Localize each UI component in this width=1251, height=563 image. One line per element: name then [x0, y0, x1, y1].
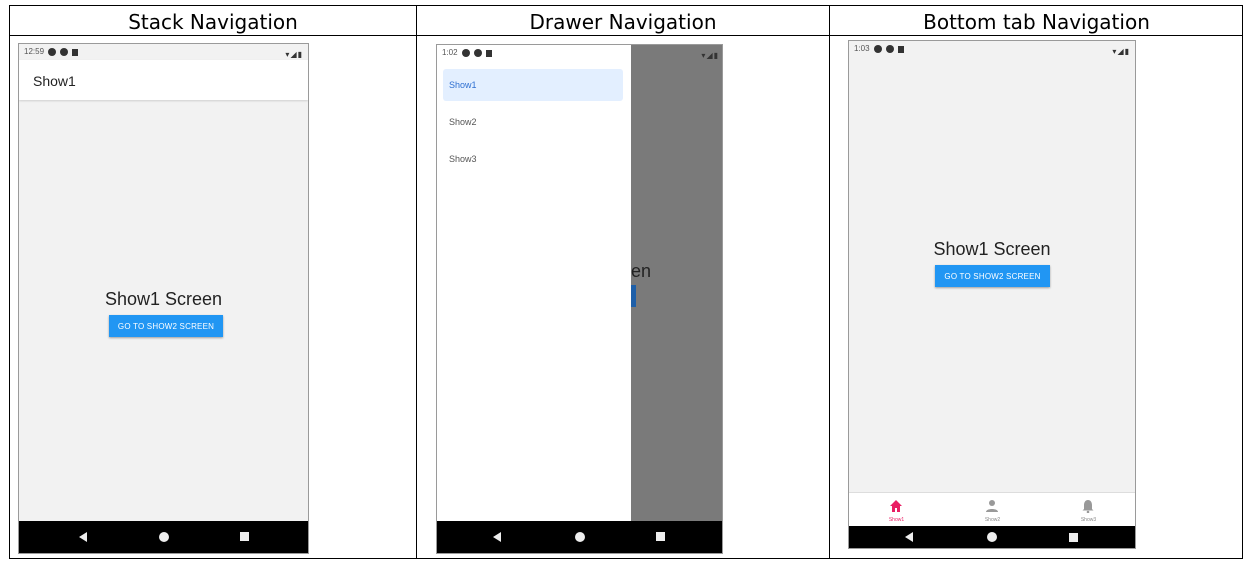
drawer-item-show1[interactable]: Show1 [443, 69, 623, 101]
column-title-bottom-tab: Bottom tab Navigation [923, 10, 1150, 34]
tab-show3[interactable]: Show3 [1041, 493, 1135, 527]
signal-battery-icon: ▾◢▮ [701, 51, 719, 60]
go-to-show2-button[interactable]: GO TO SHOW2 SCREEN [109, 315, 223, 337]
phone-drawer-navigation: en 1:02 ▾◢▮ Show1 Show2 Show3 [436, 44, 723, 554]
system-nav-bar [437, 521, 722, 553]
phone-stack-navigation: 12:59 ▾◢▮ Show1 Show1 Screen GO TO SHOW2… [18, 43, 309, 554]
sd-card-icon [485, 49, 492, 57]
column-divider [829, 5, 830, 559]
tab-label: Show2 [984, 517, 1001, 523]
tab-show1[interactable]: Show1 [849, 493, 944, 527]
notification-icon [48, 48, 57, 56]
person-icon [986, 500, 998, 512]
app-bar: Show1 [19, 60, 308, 100]
tab-label: Show3 [1080, 517, 1097, 523]
signal-battery-icon: ▾◢▮ [1112, 47, 1130, 56]
notification-icon [873, 45, 882, 53]
home-nav-icon[interactable] [987, 532, 997, 542]
back-icon[interactable] [79, 532, 87, 542]
app-bar-title: Show1 [33, 73, 76, 89]
status-time: 1:03 [854, 44, 870, 53]
notification-icon [60, 48, 69, 56]
back-icon[interactable] [493, 532, 501, 542]
status-bar: 12:59 ▾◢▮ [19, 44, 308, 60]
status-time: 12:59 [24, 47, 45, 56]
notification-icon [473, 49, 482, 57]
home-nav-icon[interactable] [159, 532, 169, 542]
status-time: 1:02 [442, 48, 458, 57]
bell-icon [1082, 500, 1094, 513]
partial-screen-title: en [631, 261, 652, 281]
column-divider [416, 5, 417, 559]
status-bar: 1:03 ▾◢▮ [849, 41, 1135, 57]
recents-icon[interactable] [656, 532, 665, 541]
drawer-item-show3[interactable]: Show3 [443, 143, 623, 175]
home-icon [890, 500, 902, 512]
status-bar: 1:02 ▾◢▮ [437, 45, 722, 61]
go-to-show2-button[interactable]: GO TO SHOW2 SCREEN [935, 265, 1050, 287]
recents-icon[interactable] [240, 532, 249, 541]
column-title-drawer: Drawer Navigation [529, 10, 717, 34]
partial-go-button [631, 285, 636, 307]
phone-bottom-tab-navigation: 1:03 ▾◢▮ Show1 Screen GO TO SHOW2 SCREEN… [848, 40, 1136, 549]
home-nav-icon[interactable] [575, 532, 585, 542]
system-nav-bar [19, 521, 308, 553]
column-title-stack: Stack Navigation [128, 10, 298, 34]
tab-show2[interactable]: Show2 [945, 493, 1040, 527]
screen-title: Show1 Screen [104, 289, 223, 309]
bottom-tab-bar: Show1 Show2 Show3 [849, 492, 1135, 526]
drawer-item-show2[interactable]: Show2 [443, 106, 623, 138]
back-icon[interactable] [905, 532, 913, 542]
screen-title: Show1 Screen [933, 239, 1051, 259]
tab-label: Show1 [888, 517, 905, 523]
system-nav-bar [849, 526, 1135, 548]
sd-card-icon [897, 45, 904, 53]
recents-icon[interactable] [1069, 533, 1078, 542]
sd-card-icon [72, 48, 79, 56]
drawer-panel: 1:02 ▾◢▮ Show1 Show2 Show3 [437, 45, 718, 521]
header-divider [9, 35, 1243, 36]
notification-icon [461, 49, 470, 57]
drawer-scrim[interactable]: en [631, 45, 722, 521]
notification-icon [885, 45, 894, 53]
